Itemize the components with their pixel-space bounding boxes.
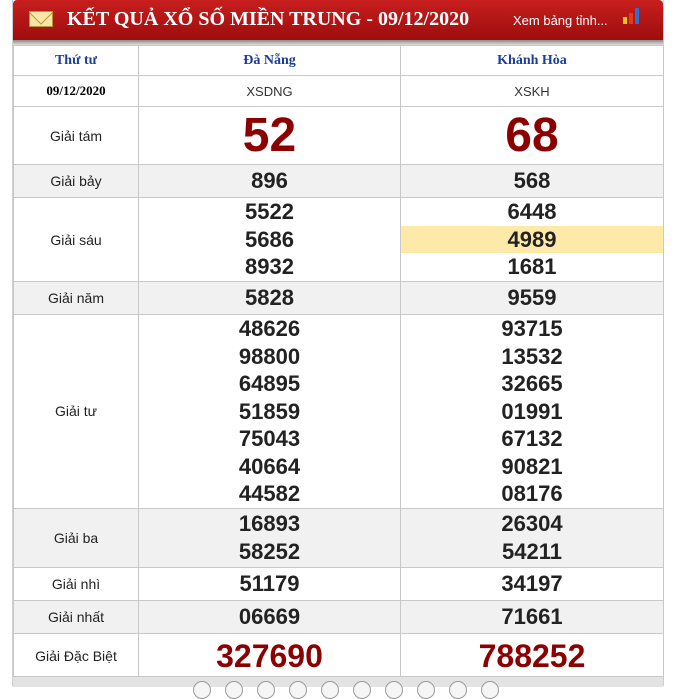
prize-number: 34197 bbox=[501, 570, 563, 596]
results-title: KẾT QUẢ XỔ SỐ MIỀN TRUNG - 09/12/2020 bbox=[67, 8, 470, 30]
prize-cell-g2-khanh-hoa: 34197 bbox=[400, 566, 664, 601]
prize-number: 5522 bbox=[245, 199, 294, 225]
province-khanh-hoa-link[interactable]: Khánh Hòa bbox=[400, 45, 664, 76]
special-prize-number: 327690 bbox=[216, 638, 323, 674]
prize-number: 26304 bbox=[501, 511, 563, 536]
prize-cell-g4-da-nang: 48626 98800 64895 51859 75043 40664 4458… bbox=[138, 314, 401, 509]
prize-number: 51859 bbox=[238, 398, 301, 424]
prize-label-g6: Giải sáu bbox=[13, 197, 139, 282]
prize-number: 71661 bbox=[501, 603, 563, 629]
prize-number: 5686 bbox=[245, 226, 294, 252]
view-province-table-link[interactable]: Xem bảng tỉnh... bbox=[513, 13, 608, 28]
prize-number: 90821 bbox=[501, 453, 563, 479]
prize-label-g8: Giải tám bbox=[13, 106, 139, 165]
prize-number: 64895 bbox=[238, 371, 301, 396]
prize-row-g3: Giải ba 16893 58252 26304 54211 bbox=[13, 507, 664, 568]
prize-number: 9559 bbox=[507, 285, 557, 311]
prize-number: 51179 bbox=[239, 570, 300, 596]
prize-label-special: Giải Đặc Biệt bbox=[13, 632, 139, 680]
prize-row-g7: Giải bảy 896 568 bbox=[13, 164, 664, 198]
prize-number: 32665 bbox=[501, 371, 563, 396]
digit-filter-button[interactable] bbox=[289, 681, 307, 699]
number-filter-bar bbox=[13, 676, 663, 699]
prize-number: 06669 bbox=[238, 603, 301, 629]
prize-cell-g8-da-nang: 52 bbox=[138, 106, 401, 165]
prize-cell-g5-khanh-hoa: 9559 bbox=[400, 281, 664, 315]
prize-label-g4: Giải tư bbox=[13, 314, 139, 509]
bar-chart-icon[interactable] bbox=[623, 8, 643, 24]
prize-row-g6: Giải sáu 5522 5686 8932 6448 4989 1681 bbox=[13, 197, 664, 282]
prize-label-g3: Giải ba bbox=[13, 507, 139, 568]
prize-row-g2: Giải nhì 51179 34197 bbox=[13, 566, 664, 601]
prize-number: 1681 bbox=[507, 254, 557, 280]
prize-cell-special-khanh-hoa: 788252 bbox=[400, 632, 664, 680]
prize-cell-special-da-nang: 327690 bbox=[138, 632, 401, 680]
prize-cell-g6-khanh-hoa: 6448 4989 1681 bbox=[400, 197, 664, 282]
weekday-cell: Thứ tư bbox=[13, 45, 139, 76]
prize-cell-g2-da-nang: 51179 bbox=[138, 566, 401, 601]
prize-label-g5: Giải năm bbox=[13, 281, 139, 315]
province-da-nang-link[interactable]: Đà Nẵng bbox=[138, 45, 401, 76]
prize-number: 16893 bbox=[238, 511, 301, 536]
table-code-row: 09/12/2020 XSDNG XSKH bbox=[13, 75, 664, 107]
prize-label-g1: Giải nhất bbox=[13, 599, 139, 634]
prize-number: 6448 bbox=[507, 199, 557, 225]
prize-row-g4: Giải tư 48626 98800 64895 51859 75043 40… bbox=[13, 314, 664, 509]
prize-cell-g6-da-nang: 5522 5686 8932 bbox=[138, 197, 401, 282]
prize-row-g8: Giải tám 52 68 bbox=[13, 106, 664, 165]
prize-number: 68 bbox=[505, 108, 559, 162]
table-header-row: Thứ tư Đà Nẵng Khánh Hòa bbox=[13, 45, 664, 76]
prize-cell-g5-da-nang: 5828 bbox=[138, 281, 401, 315]
prize-cell-g7-khanh-hoa: 568 bbox=[400, 164, 664, 198]
prize-number: 01991 bbox=[501, 398, 563, 424]
digit-filter-button[interactable] bbox=[385, 681, 403, 699]
prize-cell-g1-da-nang: 06669 bbox=[138, 599, 401, 634]
prize-number: 08176 bbox=[501, 481, 563, 506]
prize-row-g1: Giải nhất 06669 71661 bbox=[13, 599, 664, 634]
prize-number: 98800 bbox=[238, 343, 301, 369]
prize-number: 568 bbox=[513, 168, 551, 194]
prize-number: 896 bbox=[251, 168, 288, 194]
prize-label-g7: Giải bảy bbox=[13, 164, 139, 198]
prize-number: 8932 bbox=[245, 254, 294, 280]
digit-filter-button[interactable] bbox=[481, 681, 499, 699]
prize-cell-g7-da-nang: 896 bbox=[138, 164, 401, 198]
prize-number: 67132 bbox=[501, 426, 563, 451]
prize-cell-g8-khanh-hoa: 68 bbox=[400, 106, 664, 165]
prize-label-g2: Giải nhì bbox=[13, 566, 139, 601]
digit-filter-button[interactable] bbox=[321, 681, 339, 699]
draw-date-cell: 09/12/2020 bbox=[13, 75, 139, 107]
digit-filter-button[interactable] bbox=[257, 681, 275, 699]
prize-number: 40664 bbox=[238, 453, 301, 479]
prize-number: 52 bbox=[242, 108, 297, 162]
mail-icon bbox=[29, 11, 53, 27]
results-table: Thứ tư Đà Nẵng Khánh Hòa 09/12/2020 XSDN… bbox=[13, 45, 664, 680]
prize-number: 54211 bbox=[502, 538, 562, 564]
code-khanh-hoa: XSKH bbox=[400, 75, 664, 107]
results-panel: KẾT QUẢ XỔ SỐ MIỀN TRUNG - 09/12/2020 Xe… bbox=[12, 0, 664, 699]
digit-filter-button[interactable] bbox=[225, 681, 243, 699]
prize-number: 5828 bbox=[245, 285, 294, 311]
digit-filter-button[interactable] bbox=[193, 681, 211, 699]
prize-cell-g3-da-nang: 16893 58252 bbox=[138, 507, 401, 568]
code-da-nang: XSDNG bbox=[138, 75, 401, 107]
prize-cell-g1-khanh-hoa: 71661 bbox=[400, 599, 664, 634]
prize-cell-g4-khanh-hoa: 93715 13532 32665 01991 67132 90821 0817… bbox=[400, 314, 664, 509]
prize-number: 58252 bbox=[238, 538, 301, 564]
digit-filter-button[interactable] bbox=[449, 681, 467, 699]
prize-number: 13532 bbox=[501, 343, 563, 369]
prize-row-special: Giải Đặc Biệt 327690 788252 bbox=[13, 632, 664, 680]
results-header: KẾT QUẢ XỔ SỐ MIỀN TRUNG - 09/12/2020 Xe… bbox=[13, 0, 663, 40]
prize-number: 48626 bbox=[238, 316, 301, 341]
prize-number: 44582 bbox=[238, 481, 301, 506]
prize-number-highlighted: 4989 bbox=[401, 225, 663, 254]
prize-row-g5: Giải năm 5828 9559 bbox=[13, 281, 664, 315]
digit-filter-button[interactable] bbox=[353, 681, 371, 699]
prize-cell-g3-khanh-hoa: 26304 54211 bbox=[400, 507, 664, 568]
prize-number: 75043 bbox=[238, 426, 301, 451]
prize-number: 93715 bbox=[501, 316, 563, 341]
digit-filter-button[interactable] bbox=[417, 681, 435, 699]
special-prize-number: 788252 bbox=[478, 638, 586, 674]
